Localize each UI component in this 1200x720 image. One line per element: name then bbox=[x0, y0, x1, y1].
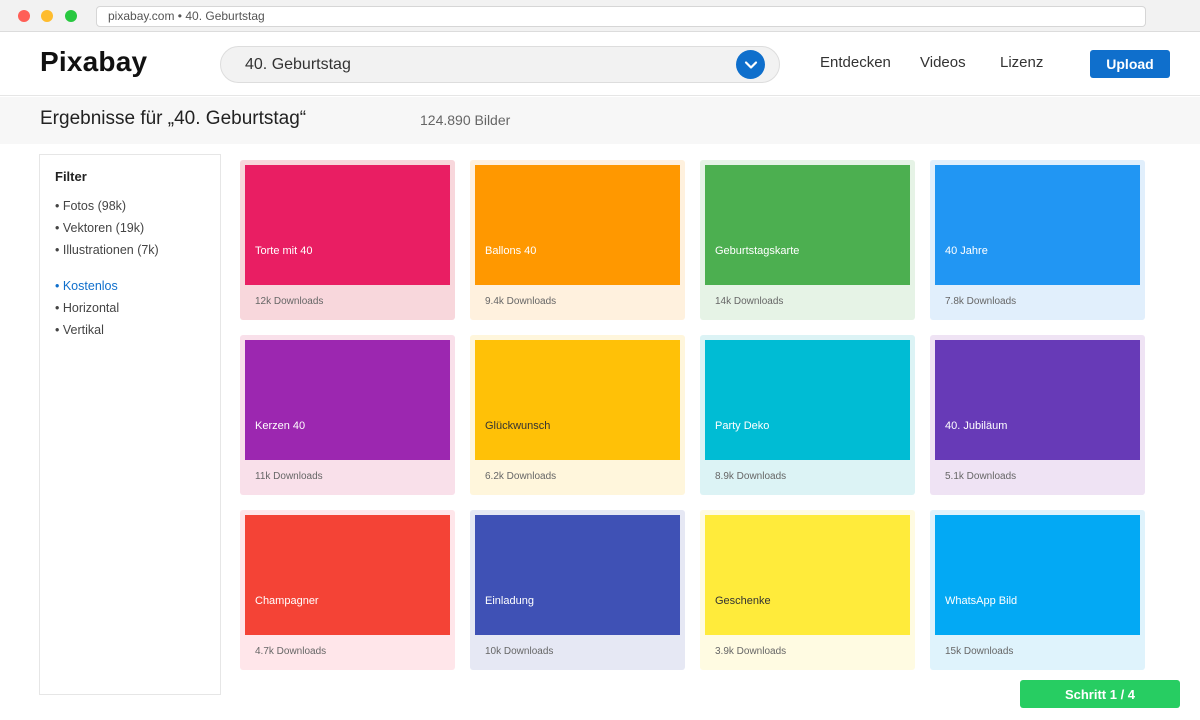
image-title: WhatsApp Bild bbox=[945, 595, 1018, 607]
step-badge: Schritt 1 / 4 bbox=[1020, 680, 1180, 708]
download-count: 5.1k Downloads bbox=[945, 471, 1017, 482]
download-count: 12k Downloads bbox=[255, 296, 324, 307]
download-count: 8.9k Downloads bbox=[715, 471, 787, 482]
image-thumbnail[interactable]: Glückwunsch bbox=[475, 340, 680, 460]
image-title: Torte mit 40 bbox=[255, 245, 313, 257]
image-card[interactable]: Party Deko 8.9k Downloads bbox=[700, 335, 915, 495]
image-title: 40. Jubiläum bbox=[945, 420, 1008, 432]
image-title: Champagner bbox=[255, 595, 319, 607]
download-count: 9.4k Downloads bbox=[485, 296, 557, 307]
nav-license-link[interactable]: Lizenz bbox=[1000, 54, 1043, 71]
upload-button[interactable]: Upload bbox=[1090, 50, 1170, 78]
download-count: 10k Downloads bbox=[485, 646, 554, 657]
image-thumbnail[interactable]: Kerzen 40 bbox=[245, 340, 450, 460]
image-thumbnail[interactable]: Ballons 40 bbox=[475, 165, 680, 285]
image-card[interactable]: Geburtstagskarte 14k Downloads bbox=[700, 160, 915, 320]
image-thumbnail[interactable]: Einladung bbox=[475, 515, 680, 635]
image-thumbnail[interactable]: 40. Jubiläum bbox=[935, 340, 1140, 460]
nav-videos-link[interactable]: Videos bbox=[920, 54, 966, 71]
image-thumbnail[interactable]: 40 Jahre bbox=[935, 165, 1140, 285]
image-thumbnail[interactable]: WhatsApp Bild bbox=[935, 515, 1140, 635]
browser-chrome: pixabay.com • 40. Geburtstag bbox=[0, 0, 1200, 32]
filter-item-photos[interactable]: • Fotos (98k) bbox=[55, 199, 126, 213]
image-title: Party Deko bbox=[715, 420, 770, 432]
image-title: Kerzen 40 bbox=[255, 420, 306, 432]
filter-item-vertical[interactable]: • Vertikal bbox=[55, 323, 104, 337]
image-card[interactable]: Geschenke 3.9k Downloads bbox=[700, 510, 915, 670]
image-card[interactable]: 40 Jahre 7.8k Downloads bbox=[930, 160, 1145, 320]
image-card[interactable]: Glückwunsch 6.2k Downloads bbox=[470, 335, 685, 495]
search-dropdown-button[interactable] bbox=[736, 50, 765, 79]
download-count: 3.9k Downloads bbox=[715, 646, 787, 657]
image-card[interactable]: Champagner 4.7k Downloads bbox=[240, 510, 455, 670]
image-thumbnail[interactable]: Champagner bbox=[245, 515, 450, 635]
download-count: 6.2k Downloads bbox=[485, 471, 557, 482]
image-title: 40 Jahre bbox=[945, 245, 988, 257]
download-count: 14k Downloads bbox=[715, 296, 784, 307]
results-bar: Ergebnisse für „40. Geburtstag“ 124.890 … bbox=[0, 97, 1200, 144]
close-window-button[interactable] bbox=[18, 10, 30, 22]
minimize-window-button[interactable] bbox=[41, 10, 53, 22]
site-logo[interactable]: Pixabay bbox=[40, 46, 147, 78]
image-thumbnail[interactable]: Geschenke bbox=[705, 515, 910, 635]
search-bar[interactable] bbox=[220, 46, 780, 83]
image-thumbnail[interactable]: Torte mit 40 bbox=[245, 165, 450, 285]
image-card[interactable]: Torte mit 40 12k Downloads bbox=[240, 160, 455, 320]
download-count: 11k Downloads bbox=[255, 471, 323, 482]
image-thumbnail[interactable]: Geburtstagskarte bbox=[705, 165, 910, 285]
image-title: Geburtstagskarte bbox=[715, 245, 800, 257]
maximize-window-button[interactable] bbox=[65, 10, 77, 22]
image-title: Geschenke bbox=[715, 595, 771, 607]
image-card[interactable]: WhatsApp Bild 15k Downloads bbox=[930, 510, 1145, 670]
image-card[interactable]: Kerzen 40 11k Downloads bbox=[240, 335, 455, 495]
image-card[interactable]: Einladung 10k Downloads bbox=[470, 510, 685, 670]
filter-title: Filter bbox=[55, 169, 87, 184]
download-count: 4.7k Downloads bbox=[255, 646, 327, 657]
filter-item-vectors[interactable]: • Vektoren (19k) bbox=[55, 221, 144, 235]
results-count: 124.890 Bilder bbox=[420, 112, 511, 128]
address-bar[interactable]: pixabay.com • 40. Geburtstag bbox=[96, 6, 1146, 27]
filter-item-free[interactable]: • Kostenlos bbox=[55, 279, 118, 293]
filter-item-horizontal[interactable]: • Horizontal bbox=[55, 301, 119, 315]
image-title: Einladung bbox=[485, 595, 534, 607]
image-title: Glückwunsch bbox=[485, 420, 551, 432]
chevron-down-icon bbox=[744, 60, 757, 69]
image-card[interactable]: 40. Jubiläum 5.1k Downloads bbox=[930, 335, 1145, 495]
image-title: Ballons 40 bbox=[485, 245, 537, 257]
image-card[interactable]: Ballons 40 9.4k Downloads bbox=[470, 160, 685, 320]
filter-item-illustrations[interactable]: • Illustrationen (7k) bbox=[55, 243, 159, 257]
image-thumbnail[interactable]: Party Deko bbox=[705, 340, 910, 460]
download-count: 7.8k Downloads bbox=[945, 296, 1017, 307]
filter-sidebar: Filter • Fotos (98k) • Vektoren (19k) • … bbox=[39, 154, 221, 695]
nav-discover-link[interactable]: Entdecken bbox=[820, 54, 891, 71]
search-input[interactable] bbox=[245, 54, 725, 76]
results-title: Ergebnisse für „40. Geburtstag“ bbox=[40, 108, 307, 129]
site-header: Pixabay Entdecken Videos Lizenz Upload bbox=[0, 32, 1200, 96]
download-count: 15k Downloads bbox=[945, 646, 1014, 657]
